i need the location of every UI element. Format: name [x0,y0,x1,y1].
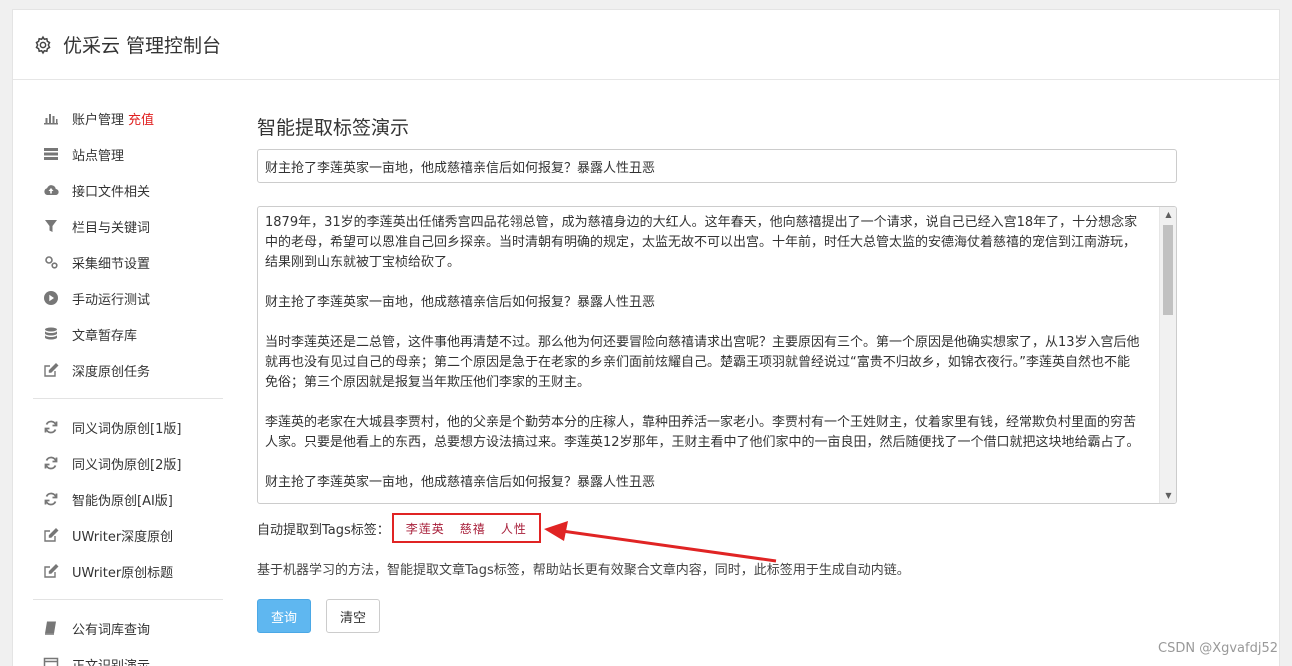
sidebar-item-interface-files[interactable]: 接口文件相关 [33,172,223,208]
sidebar-item-synonym-v2[interactable]: 同义词伪原创[2版] [33,445,223,481]
edit-icon [43,563,59,579]
sidebar-item-label: 手动运行测试 [72,292,151,308]
sidebar-item-label: 接口文件相关 [72,184,151,200]
sidebar-item-uwriter-deep[interactable]: UWriter深度原创 [33,517,223,553]
sidebar-divider [33,599,223,600]
description-text: 基于机器学习的方法，智能提取文章Tags标签，帮助站长更有效聚合文章内容，同时，… [257,563,910,578]
console-card: 优采云 管理控制台 账户管理 充值 站点管理 接口文件相关 栏目与关键词 采集细… [12,9,1280,666]
book-icon [43,620,59,636]
edit-icon [43,362,59,378]
sidebar-item-label: 同义词伪原创[2版] [72,457,182,473]
title-input[interactable] [257,149,1177,183]
refresh-icon [43,455,59,471]
scroll-up-arrow-icon[interactable]: ▲ [1160,207,1176,222]
sidebar-item-collect-settings[interactable]: 采集细节设置 [33,244,223,280]
tags-label: 自动提取到Tags标签： [257,522,390,538]
sidebar-item-text-recognition[interactable]: 正文识别演示 [33,646,223,666]
scroll-down-arrow-icon[interactable]: ▼ [1160,488,1176,503]
sidebar-item-columns-keywords[interactable]: 栏目与关键词 [33,208,223,244]
sidebar-item-public-lexicon[interactable]: 公有词库查询 [33,610,223,646]
filter-icon [43,218,59,234]
app-title: 优采云 管理控制台 [63,35,222,57]
sidebar-item-label: 公有词库查询 [72,622,151,638]
refresh-icon [43,491,59,507]
recharge-link[interactable]: 充值 [128,109,154,128]
window-icon [43,656,59,666]
sidebar-item-label: 采集细节设置 [72,256,151,272]
watermark: CSDN @Xgvafdj52 [1158,641,1278,656]
sidebar-item-ai-rewrite[interactable]: 智能伪原创[AI版] [33,481,223,517]
server-icon [43,146,59,162]
database-icon [43,326,59,342]
gear-icon [35,35,51,54]
sidebar-item-synonym-v1[interactable]: 同义词伪原创[1版] [33,409,223,445]
sidebar-item-uwriter-title[interactable]: UWriter原创标题 [33,553,223,589]
edit-icon [43,527,59,543]
main-content: 智能提取标签演示 1879年，31岁的李莲英出任储秀宫四品花翎总管，成为慈禧身边… [257,108,1177,633]
sidebar-item-manual-run[interactable]: 手动运行测试 [33,280,223,316]
sidebar-item-label: 文章暂存库 [72,328,138,344]
sidebar-item-article-storage[interactable]: 文章暂存库 [33,316,223,352]
tag-item[interactable]: 李莲英 [406,520,445,537]
play-circle-icon [43,290,59,306]
sidebar-item-label: 深度原创任务 [72,364,151,380]
sidebar-item-deep-original[interactable]: 深度原创任务 [33,352,223,388]
tags-row: 自动提取到Tags标签： 李莲英 慈禧 人性 [257,513,541,543]
clear-button[interactable]: 清空 [326,599,380,633]
sidebar-item-label: 栏目与关键词 [72,220,151,236]
cogs-icon [43,254,59,270]
header: 优采云 管理控制台 [13,10,1279,80]
bar-chart-icon [43,110,59,126]
tag-item[interactable]: 人性 [501,520,527,537]
sidebar-item-label: UWriter原创标题 [72,565,174,581]
sidebar-item-label: 账户管理 [72,112,125,128]
tag-item[interactable]: 慈禧 [460,520,486,537]
sidebar: 账户管理 充值 站点管理 接口文件相关 栏目与关键词 采集细节设置 手动运行测试… [33,100,223,666]
content-paragraph: 财主抢了李莲英家一亩地，他成慈禧亲信后如何报复？暴露人性丑恶 [265,475,656,490]
refresh-icon [43,419,59,435]
sidebar-item-label: 智能伪原创[AI版] [72,493,173,509]
scroll-thumb[interactable] [1163,225,1173,315]
content-text[interactable]: 1879年，31岁的李莲英出任储秀宫四品花翎总管，成为慈禧身边的大红人。这年春天… [258,207,1160,503]
content-paragraph: 财主抢了李莲英家一亩地，他成慈禧亲信后如何报复？暴露人性丑恶 [265,295,656,310]
sidebar-item-label: 同义词伪原创[1版] [72,421,182,437]
textarea-scrollbar[interactable]: ▲ ▼ [1159,207,1176,503]
query-button[interactable]: 查询 [257,599,311,633]
sidebar-item-label: 站点管理 [72,148,125,164]
button-row: 查询 清空 [257,599,380,633]
content-textarea[interactable]: 1879年，31岁的李莲英出任储秀宫四品花翎总管，成为慈禧身边的大红人。这年春天… [257,206,1177,504]
sidebar-item-account[interactable]: 账户管理 充值 [33,100,223,136]
sidebar-item-label: 正文识别演示 [72,658,151,666]
content-paragraph: 李莲英的老家在大城县李贾村，他的父亲是个勤劳本分的庄稼人，靠种田养活一家老小。李… [265,415,1140,450]
content-paragraph: 当时李莲英还是二总管，这件事他再清楚不过。那么他为何还要冒险向慈禧请求出宫呢？主… [265,335,1140,390]
sidebar-divider [33,398,223,399]
page-title: 智能提取标签演示 [257,117,410,139]
sidebar-item-label: UWriter深度原创 [72,529,174,545]
sidebar-item-sites[interactable]: 站点管理 [33,136,223,172]
cloud-upload-icon [43,182,59,198]
content-paragraph: 1879年，31岁的李莲英出任储秀宫四品花翎总管，成为慈禧身边的大红人。这年春天… [265,215,1138,270]
tags-highlight-box: 李莲英 慈禧 人性 [391,513,541,543]
